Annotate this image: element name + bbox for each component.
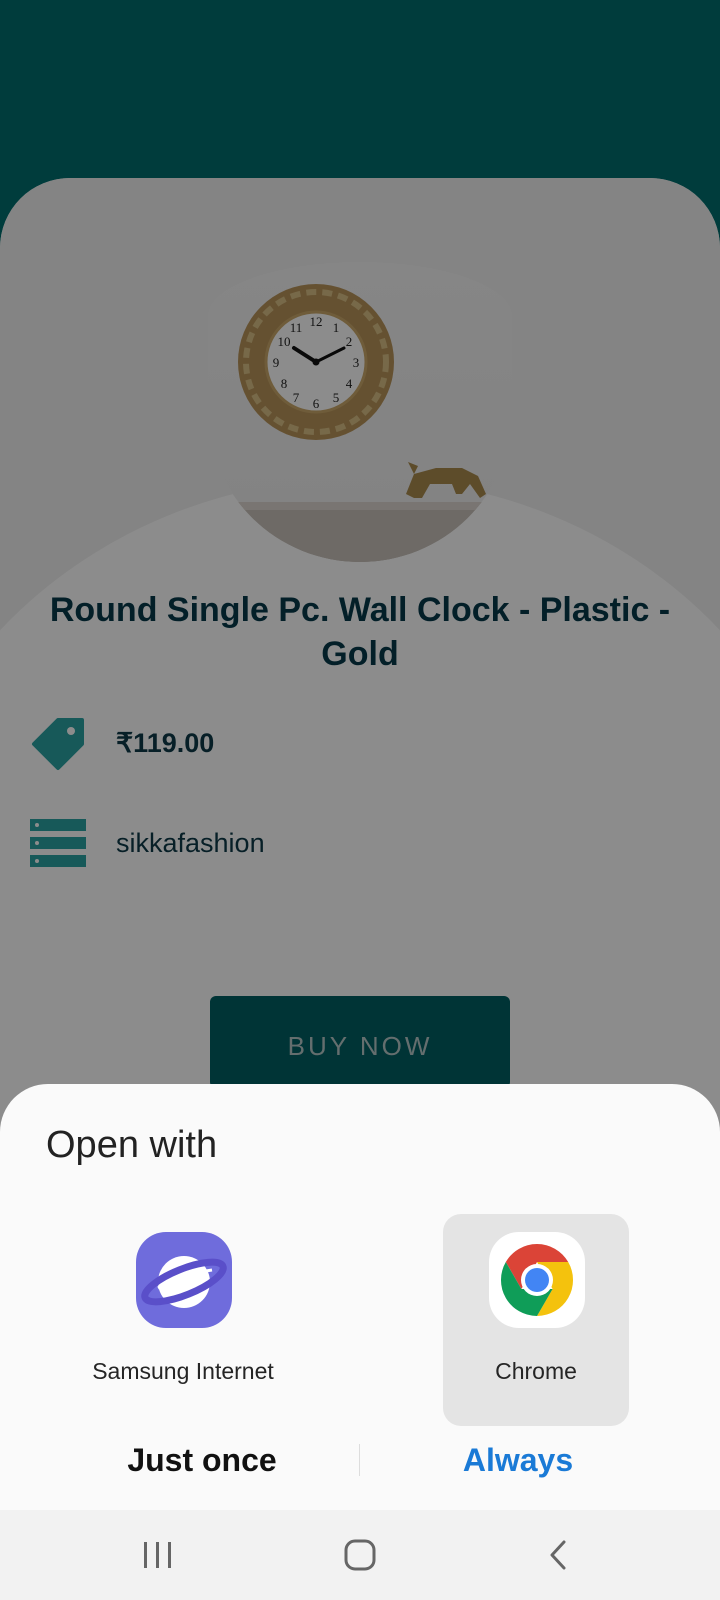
sheet-actions: Just once Always	[0, 1430, 720, 1490]
samsung-internet-icon	[134, 1230, 234, 1330]
back-icon[interactable]	[530, 1532, 590, 1578]
always-button[interactable]: Always	[398, 1430, 638, 1490]
app-label-chrome: Chrome	[495, 1358, 577, 1384]
app-option-samsung-internet[interactable]: Samsung Internet	[90, 1214, 276, 1426]
action-divider	[359, 1444, 360, 1476]
system-navigation-bar	[0, 1510, 720, 1600]
just-once-button[interactable]: Just once	[82, 1430, 322, 1490]
recent-apps-icon[interactable]	[128, 1532, 188, 1578]
open-with-sheet: Open with Samsung Internet Chrome Just o…	[0, 1084, 720, 1510]
app-label-samsung-internet: Samsung Internet	[92, 1358, 274, 1384]
home-icon[interactable]	[330, 1532, 390, 1578]
sheet-title: Open with	[46, 1124, 218, 1166]
app-option-chrome[interactable]: Chrome	[443, 1214, 629, 1426]
chrome-icon	[487, 1230, 587, 1330]
